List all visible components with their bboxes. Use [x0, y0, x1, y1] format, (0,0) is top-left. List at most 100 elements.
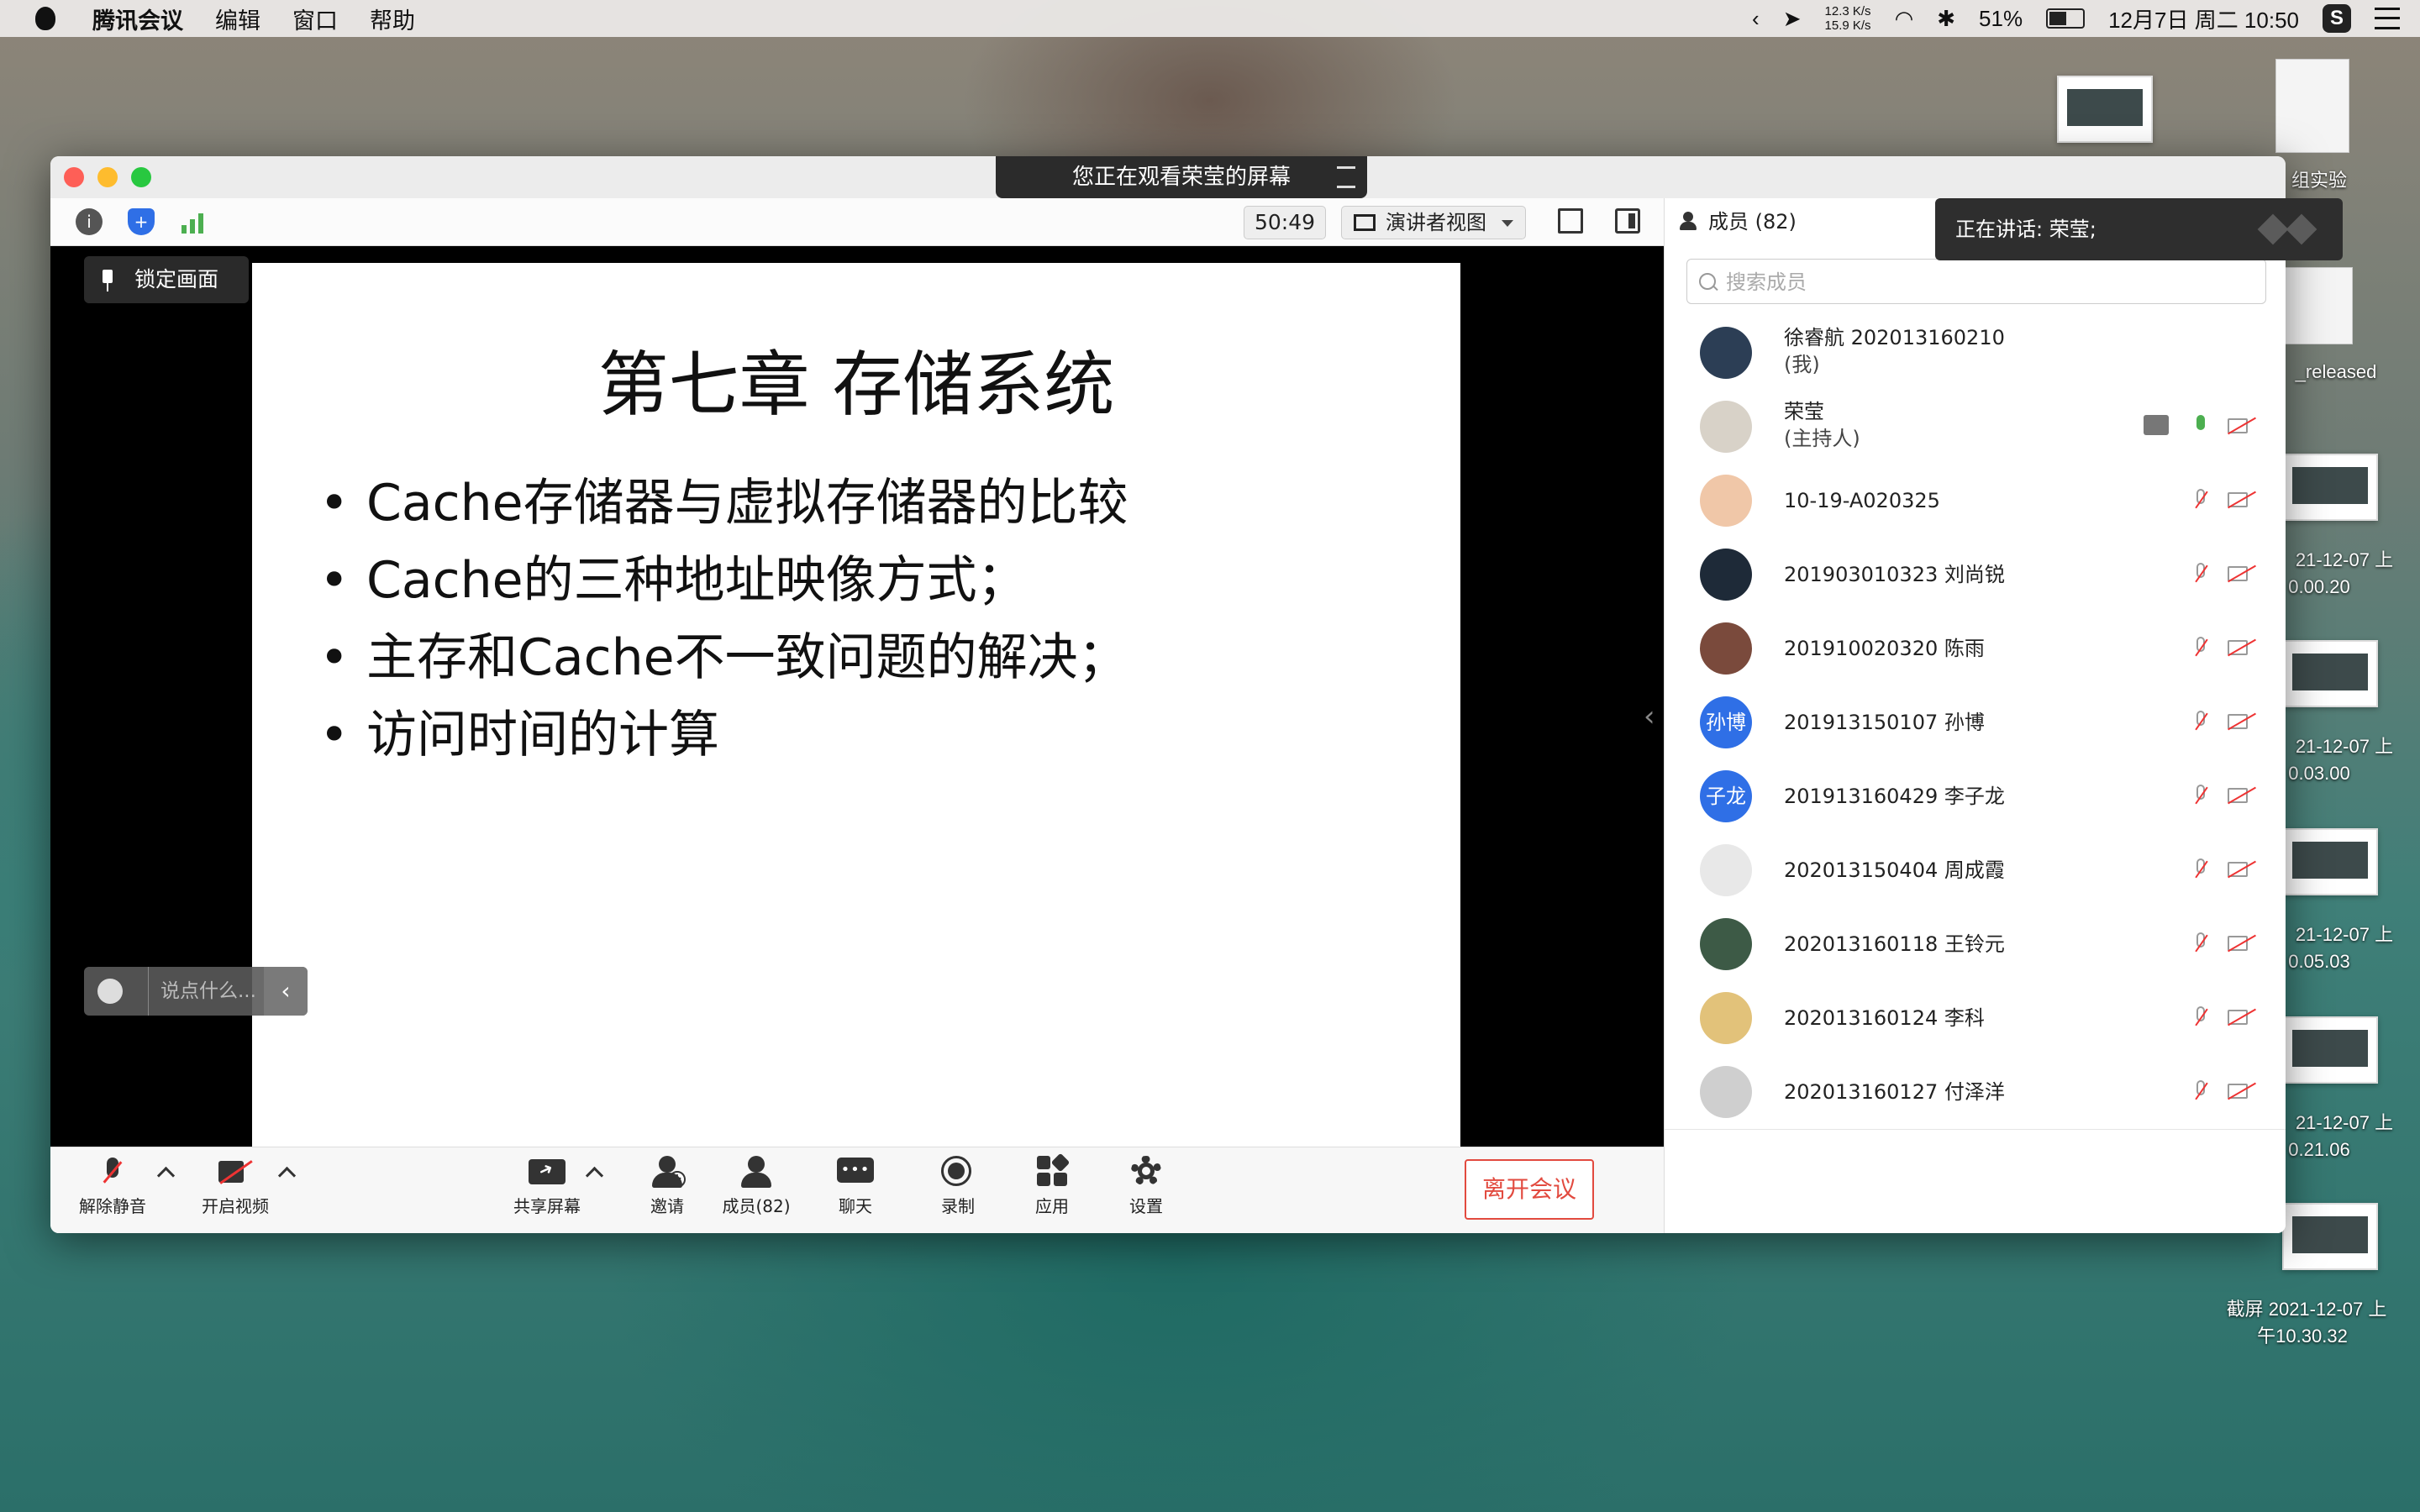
minimize-button[interactable] [97, 167, 118, 187]
apple-icon[interactable] [35, 7, 55, 30]
desktop-screenshot-icon[interactable] [2057, 76, 2153, 143]
member-row[interactable]: 10-19-A020325 [1665, 464, 2286, 538]
member-row[interactable]: 子龙 201913160429 李子龙 [1665, 759, 2286, 833]
sidebar-toggle-icon[interactable] [1615, 208, 1640, 234]
desktop-screenshot-icon[interactable] [2282, 1203, 2378, 1270]
member-row[interactable]: 202013160124 李科 [1665, 981, 2286, 1055]
member-row[interactable]: 201910020320 陈雨 [1665, 612, 2286, 685]
member-row[interactable]: 荣莹 (主持人) [1665, 390, 2286, 464]
audio-options-caret[interactable] [156, 1166, 176, 1185]
app-s-icon[interactable]: S [2323, 4, 2351, 33]
view-mode-select[interactable]: 演讲者视图 [1341, 206, 1526, 239]
camera-off-icon[interactable] [2228, 1008, 2256, 1026]
desktop-screenshot-icon[interactable] [2282, 1016, 2378, 1084]
member-row[interactable]: 202013160118 王铃元 [1665, 907, 2286, 981]
mic-muted-icon[interactable] [2194, 637, 2207, 660]
shield-icon[interactable]: + [128, 208, 155, 235]
member-row[interactable]: 徐睿航 202013160210 (我) [1665, 316, 2286, 390]
member-name-block: 10-19-A020325 [1784, 487, 1940, 514]
fullscreen-icon[interactable] [1558, 208, 1583, 234]
desktop-screenshot-icon[interactable] [2282, 828, 2378, 895]
video-options-caret[interactable] [277, 1166, 297, 1185]
clock[interactable]: 12月7日 周二 10:50 [2108, 3, 2299, 34]
members-button[interactable]: 成员(82) [714, 1156, 798, 1217]
speaking-indicator: 正在讲话: 荣莹; [1935, 198, 2343, 260]
menu-app[interactable]: 腾讯会议 [92, 3, 183, 35]
camera-off-icon[interactable] [2228, 786, 2256, 805]
camera-off-icon[interactable] [2228, 417, 2256, 435]
record-button[interactable]: 录制 [931, 1156, 985, 1217]
member-search-input[interactable]: 搜索成员 [1686, 259, 2266, 304]
member-name: 202013160124 李科 [1784, 1006, 1985, 1030]
member-name-block: 202013160124 李科 [1784, 1005, 1985, 1032]
control-center-icon[interactable] [2375, 8, 2400, 29]
chat-button[interactable]: 聊天 [829, 1156, 882, 1217]
close-button[interactable] [64, 167, 84, 187]
unmute-button[interactable]: 解除静音 [74, 1156, 151, 1217]
menu-window[interactable]: 窗口 [292, 3, 338, 35]
mic-on-icon[interactable] [2194, 415, 2207, 438]
collapse-button[interactable]: ‹ [264, 967, 308, 1016]
mic-muted-icon[interactable] [2194, 785, 2207, 808]
gear-icon [1128, 1156, 1165, 1188]
member-list: 徐睿航 202013160210 (我) 荣莹 (主持人) 10-19-A020325 2… [1665, 316, 2286, 1130]
member-name-block: 荣莹 (主持人) [1784, 398, 1860, 452]
member-row[interactable]: 202013160127 付泽洋 [1665, 1055, 2286, 1129]
zoom-button[interactable] [131, 167, 151, 187]
member-name-block: 202013160127 付泽洋 [1784, 1079, 2005, 1105]
settings-button[interactable]: 设置 [1119, 1156, 1173, 1217]
member-row[interactable]: 202013150404 周成霞 [1665, 833, 2286, 907]
member-name: 201913160429 李子龙 [1784, 785, 2005, 808]
view-mode-label: 演讲者视图 [1386, 211, 1486, 234]
viewing-screen-banner[interactable]: 您正在观看荣莹的屏幕 [996, 156, 1367, 198]
desktop-screenshot-icon[interactable] [2282, 454, 2378, 521]
camera-off-icon[interactable] [2228, 712, 2256, 731]
camera-off-icon[interactable] [2228, 1082, 2256, 1100]
battery-icon[interactable] [2046, 8, 2086, 29]
apps-label: 应用 [1035, 1196, 1069, 1216]
mic-muted-icon[interactable] [2194, 563, 2207, 586]
mic-muted-icon[interactable] [2194, 1080, 2207, 1104]
mic-muted-icon[interactable] [2194, 711, 2207, 734]
mic-muted-icon[interactable] [2194, 489, 2207, 512]
leave-meeting-button[interactable]: 离开会议 [1465, 1159, 1594, 1220]
share-screen-button[interactable]: 共享屏幕 [509, 1156, 585, 1217]
share-options-caret[interactable] [585, 1166, 604, 1185]
signal-icon[interactable] [180, 208, 207, 235]
member-row[interactable]: 201903010323 刘尚锐 [1665, 538, 2286, 612]
camera-off-icon[interactable] [2228, 491, 2256, 509]
lock-screen-button[interactable]: 锁定画面 [84, 256, 249, 303]
camera-off-icon[interactable] [2228, 934, 2256, 953]
desktop-document-icon[interactable] [2279, 267, 2353, 344]
mic-muted-icon[interactable] [2194, 1006, 2207, 1030]
member-name-block: 202013150404 周成霞 [1784, 857, 2005, 884]
camera-off-icon[interactable] [2228, 638, 2256, 657]
mic-muted-icon[interactable] [2194, 858, 2207, 882]
start-video-button[interactable]: 开启视频 [193, 1156, 277, 1217]
chat-label: 聊天 [839, 1196, 872, 1216]
bluetooth-icon[interactable]: ✱ [1937, 6, 1955, 32]
menu-help[interactable]: 帮助 [370, 3, 415, 35]
apps-button[interactable]: 应用 [1025, 1152, 1079, 1217]
menu-edit[interactable]: 编辑 [215, 3, 260, 35]
member-row[interactable]: 孙博 201913150107 孙博 [1665, 685, 2286, 759]
chevron-left-icon[interactable]: ‹ [1752, 6, 1760, 32]
danmaku-input[interactable]: 说点什么... ‹ [84, 967, 308, 1016]
pin-icon [103, 270, 113, 291]
desktop-screenshot-icon[interactable] [2282, 640, 2378, 707]
chevron-left-icon[interactable]: ‹ [1644, 700, 1655, 733]
wifi-icon[interactable]: ◠ [1895, 6, 1914, 32]
person-icon [1680, 212, 1697, 230]
send-icon[interactable]: ➤ [1783, 6, 1802, 32]
desktop-document-icon[interactable] [2275, 59, 2349, 153]
member-name: 徐睿航 202013160210 [1784, 326, 2005, 349]
invite-button[interactable]: + 邀请 [640, 1156, 694, 1217]
title-bar: 您正在观看荣莹的屏幕 [50, 156, 2286, 199]
emoji-icon[interactable] [97, 979, 123, 1004]
desktop-label: 午10.30.32 [2257, 1326, 2348, 1347]
menu-icon[interactable] [1337, 166, 1355, 188]
info-icon[interactable]: i [76, 208, 103, 235]
camera-off-icon[interactable] [2228, 860, 2256, 879]
mic-muted-icon[interactable] [2194, 932, 2207, 956]
camera-off-icon[interactable] [2228, 564, 2256, 583]
